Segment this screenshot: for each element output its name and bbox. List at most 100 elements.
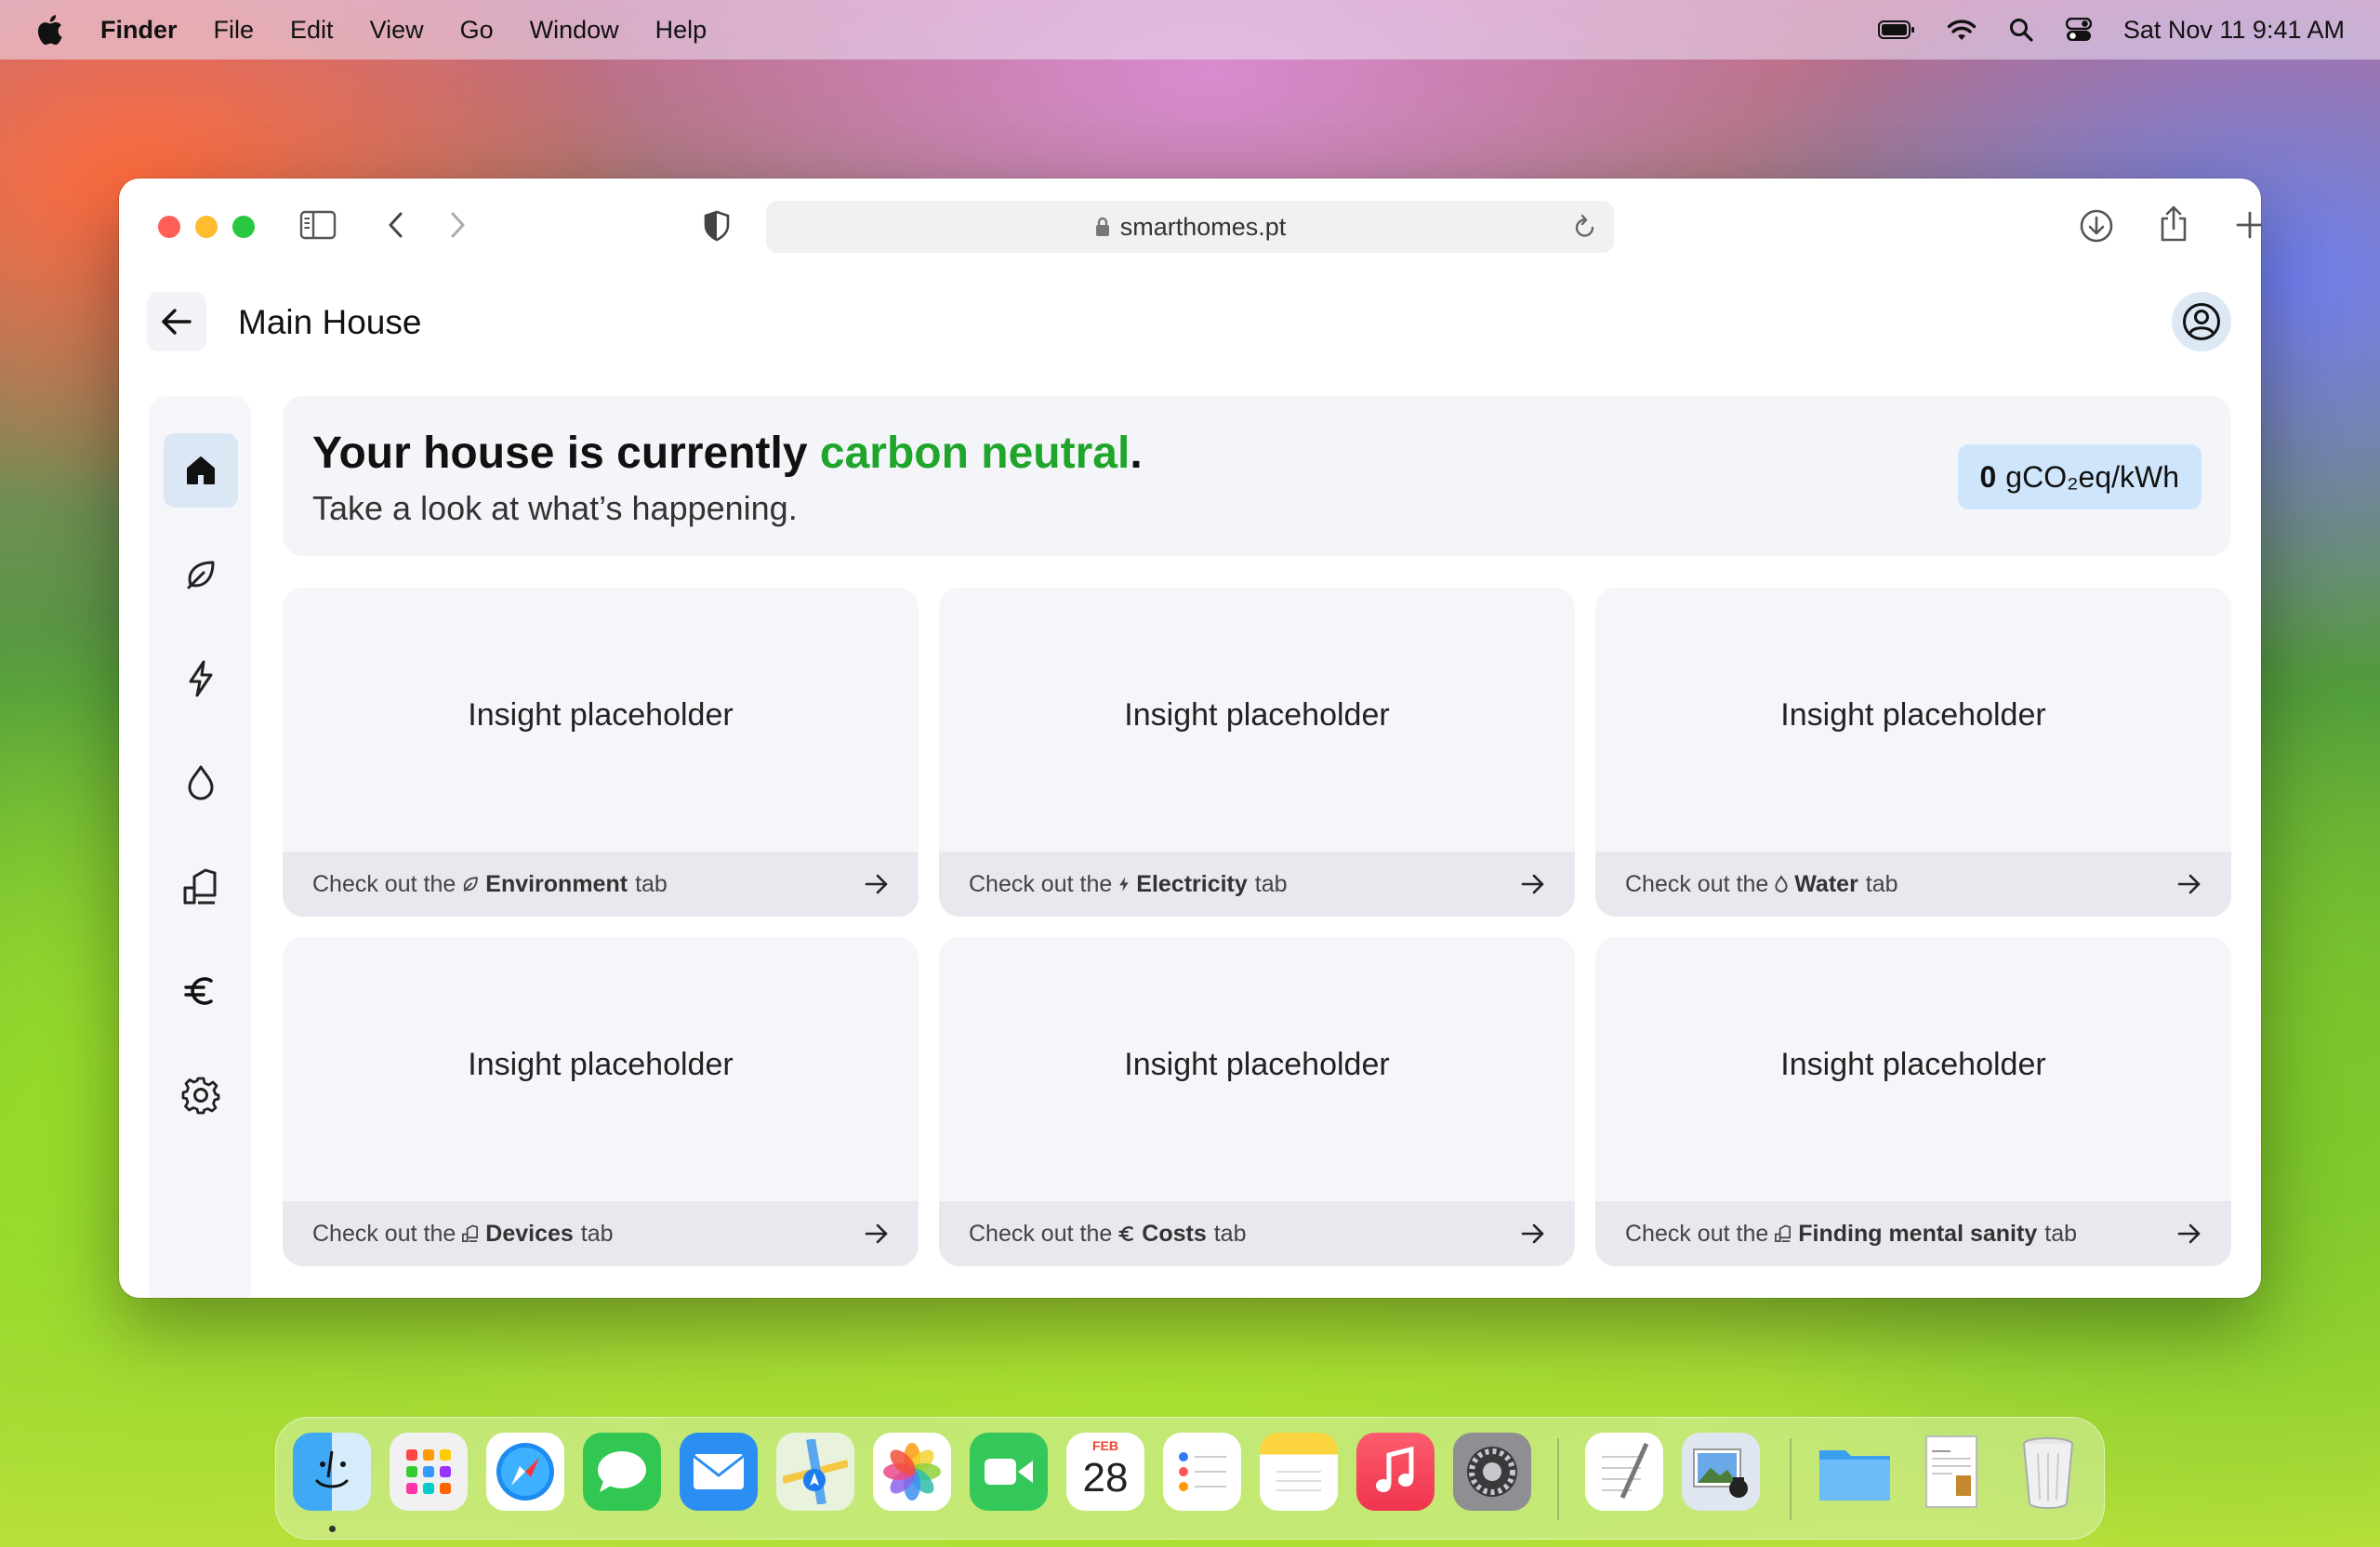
- sidebar-item-environment[interactable]: [164, 537, 238, 612]
- folder-icon[interactable]: [1816, 1433, 1894, 1511]
- menu-edit[interactable]: Edit: [290, 16, 334, 45]
- system-settings-icon[interactable]: [1453, 1433, 1531, 1511]
- account-button[interactable]: [2172, 292, 2231, 351]
- forward-nav-icon[interactable]: [448, 210, 467, 240]
- finder-running-indicator: [329, 1526, 336, 1532]
- notes-icon[interactable]: [1260, 1433, 1338, 1511]
- photos-icon[interactable]: [873, 1433, 951, 1511]
- insight-link-electricity[interactable]: Check out the Electricity tab: [939, 852, 1575, 917]
- water-drop-icon: [1774, 875, 1789, 893]
- insight-card-environment: Insight placeholder Check out the Enviro…: [283, 588, 919, 917]
- menu-help[interactable]: Help: [655, 16, 707, 45]
- back-button[interactable]: [147, 292, 206, 351]
- maps-icon[interactable]: [776, 1433, 854, 1511]
- insight-link-prefix: Check out the: [312, 1220, 456, 1247]
- browser-toolbar: smarthomes.pt: [119, 178, 2261, 277]
- close-window-button[interactable]: [158, 216, 180, 238]
- insight-link-suffix: tab: [1254, 870, 1288, 897]
- textedit-icon[interactable]: [1585, 1433, 1663, 1511]
- home-icon: [187, 456, 215, 484]
- reload-icon[interactable]: [1573, 214, 1597, 240]
- insight-link-mental-sanity[interactable]: Check out the Finding mental sanity tab: [1595, 1201, 2231, 1266]
- insight-link-water[interactable]: Check out the Water tab: [1595, 852, 2231, 917]
- carbon-intensity-badge: 0 gCO₂eq/kWh: [1957, 444, 2202, 509]
- finder-icon[interactable]: [293, 1433, 371, 1511]
- insight-card-electricity: Insight placeholder Check out the Electr…: [939, 588, 1575, 917]
- menu-bar: Finder File Edit View Go Window Help Sat…: [0, 0, 2380, 60]
- preview-icon[interactable]: [1682, 1433, 1760, 1511]
- zoom-window-button[interactable]: [232, 216, 255, 238]
- insight-title: Insight placeholder: [1780, 1047, 2046, 1082]
- sidebar-item-costs[interactable]: [164, 954, 238, 1028]
- insight-link-environment[interactable]: Check out the Environment tab: [283, 852, 919, 917]
- water-drop-icon: [188, 765, 214, 800]
- facetime-icon[interactable]: [970, 1433, 1048, 1511]
- arrow-right-icon: [865, 873, 889, 895]
- lightning-icon: [189, 660, 213, 697]
- document-icon[interactable]: [1912, 1433, 1990, 1511]
- insight-link-prefix: Check out the: [1625, 1220, 1769, 1247]
- minimize-window-button[interactable]: [195, 216, 218, 238]
- insight-link-suffix: tab: [1213, 1220, 1247, 1247]
- insight-link-devices[interactable]: Check out the Devices tab: [283, 1201, 919, 1266]
- apple-icon[interactable]: [35, 14, 63, 46]
- sidebar-item-settings[interactable]: [164, 1058, 238, 1132]
- menu-file[interactable]: File: [214, 16, 255, 45]
- status-headline-suffix: .: [1130, 429, 1143, 478]
- menu-app-name[interactable]: Finder: [100, 16, 178, 45]
- insight-title: Insight placeholder: [468, 697, 734, 733]
- sidebar-item-devices[interactable]: [164, 850, 238, 924]
- calendar-icon[interactable]: FEB 28: [1066, 1433, 1144, 1511]
- insight-title: Insight placeholder: [1124, 1047, 1390, 1082]
- insight-link-tab-name: Environment: [485, 870, 628, 897]
- status-subtitle: Take a look at what’s happening.: [312, 489, 798, 527]
- privacy-shield-icon[interactable]: [703, 210, 731, 242]
- battery-icon[interactable]: [1877, 20, 1915, 40]
- downloads-icon[interactable]: [2079, 208, 2114, 244]
- carbon-intensity-unit: gCO₂eq/kWh: [2005, 459, 2179, 494]
- arrow-right-icon: [865, 1223, 889, 1245]
- mail-icon[interactable]: [680, 1433, 758, 1511]
- sidebar-item-water[interactable]: [164, 746, 238, 820]
- euro-icon: [1117, 1224, 1136, 1243]
- control-center-icon[interactable]: [2065, 18, 2092, 42]
- address-bar[interactable]: smarthomes.pt: [766, 201, 1614, 253]
- status-headline-accent: carbon neutral: [819, 429, 1130, 478]
- insight-link-costs[interactable]: Check out the Costs tab: [939, 1201, 1575, 1266]
- insight-card-costs: Insight placeholder Check out the Costs …: [939, 937, 1575, 1266]
- new-tab-icon[interactable]: [2235, 210, 2261, 240]
- reminders-icon[interactable]: [1163, 1433, 1241, 1511]
- devices-icon: [183, 868, 217, 905]
- sidebar-item-home[interactable]: [164, 433, 238, 508]
- messages-icon[interactable]: [583, 1433, 661, 1511]
- launchpad-icon[interactable]: [390, 1433, 468, 1511]
- insight-title: Insight placeholder: [1780, 697, 2046, 733]
- menu-view[interactable]: View: [370, 16, 424, 45]
- search-icon[interactable]: [2008, 17, 2034, 43]
- menu-go[interactable]: Go: [460, 16, 494, 45]
- arrow-right-icon: [2177, 873, 2202, 895]
- status-headline: Your house is currently carbon neutral.: [312, 428, 1143, 479]
- trash-icon[interactable]: [2009, 1433, 2087, 1511]
- back-nav-icon[interactable]: [387, 210, 405, 240]
- sidebar-toggle-icon[interactable]: [299, 210, 337, 240]
- wifi-icon[interactable]: [1947, 18, 1977, 42]
- browser-window: smarthomes.pt Main House Your house is c…: [119, 178, 2261, 1298]
- insight-link-tab-name: Water: [1794, 870, 1858, 897]
- dock: FEB 28: [275, 1417, 2105, 1540]
- music-icon[interactable]: [1356, 1433, 1435, 1511]
- insight-link-suffix: tab: [635, 870, 668, 897]
- devices-icon: [461, 1224, 480, 1243]
- page-title: Main House: [238, 303, 422, 341]
- sidebar-item-electricity[interactable]: [164, 641, 238, 716]
- carbon-intensity-value: 0: [1979, 459, 1997, 494]
- menu-clock[interactable]: Sat Nov 11 9:41 AM: [2123, 16, 2345, 45]
- euro-icon: [184, 977, 213, 1005]
- insight-link-suffix: tab: [1865, 870, 1898, 897]
- arrow-right-icon: [1521, 873, 1545, 895]
- insight-card-mental-sanity: Insight placeholder Check out the Findin…: [1595, 937, 2231, 1266]
- dock-separator: [1790, 1438, 1792, 1520]
- safari-icon[interactable]: [486, 1433, 564, 1511]
- menu-window[interactable]: Window: [530, 16, 619, 45]
- share-icon[interactable]: [2157, 205, 2190, 244]
